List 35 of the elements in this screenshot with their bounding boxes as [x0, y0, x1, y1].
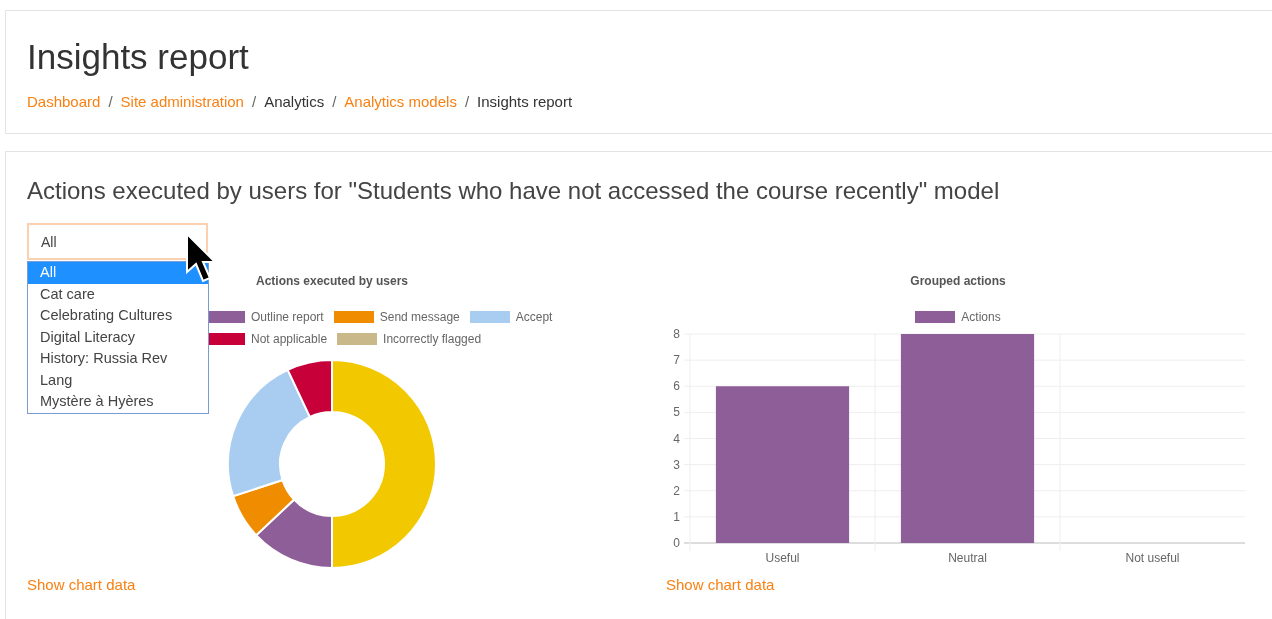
dropdown-option[interactable]: History: Russia Rev	[28, 348, 208, 370]
axis-tick-label: 5	[673, 405, 680, 420]
page-title: Insights report	[27, 37, 250, 77]
dropdown-option[interactable]: Cat care	[28, 283, 208, 305]
axis-category-label: Not useful	[1125, 551, 1180, 565]
axis-tick-label: 8	[673, 327, 680, 341]
breadcrumb-text: Analytics	[264, 93, 325, 110]
legend-label: Outline report	[251, 310, 324, 324]
course-select[interactable]: All	[27, 223, 208, 260]
breadcrumb-separator: /	[108, 93, 113, 110]
dropdown-option[interactable]: Mystère à Hyères	[28, 391, 208, 413]
axis-tick-label: 1	[673, 509, 680, 524]
legend-label: Actions	[961, 310, 1001, 324]
chart-title: Grouped actions	[909, 274, 1007, 290]
axis-tick-label: 0	[673, 536, 680, 550]
legend-label: Accept	[515, 310, 553, 324]
axis-tick-label: 4	[673, 431, 680, 446]
legend-label: Not applicable	[251, 332, 328, 346]
dropdown-option[interactable]: Digital Literacy	[28, 326, 208, 348]
dropdown-option[interactable]: Celebrating Cultures	[28, 305, 208, 327]
axis-category-label: Neutral	[948, 551, 987, 565]
axis-tick-label: 6	[673, 379, 680, 394]
axis-tick-label: 3	[673, 457, 680, 472]
report-heading: Actions executed by users for "Students who have not accessed the course recently" model	[27, 176, 1001, 206]
breadcrumb-separator: /	[464, 93, 470, 110]
breadcrumb-text: Insights report	[477, 93, 573, 110]
axis-tick-label: 2	[673, 483, 680, 498]
axis-category-label: Useful	[765, 551, 800, 565]
legend-label: Send message	[379, 310, 460, 324]
dropdown-option[interactable]: Lang	[28, 369, 208, 391]
breadcrumb-separator: /	[332, 93, 337, 110]
axis-tick-label: 7	[673, 353, 680, 368]
legend-label: Incorrectly flagged	[383, 332, 482, 346]
chart-title: Actions executed by users	[254, 274, 410, 290]
breadcrumb-separator: /	[251, 93, 257, 110]
